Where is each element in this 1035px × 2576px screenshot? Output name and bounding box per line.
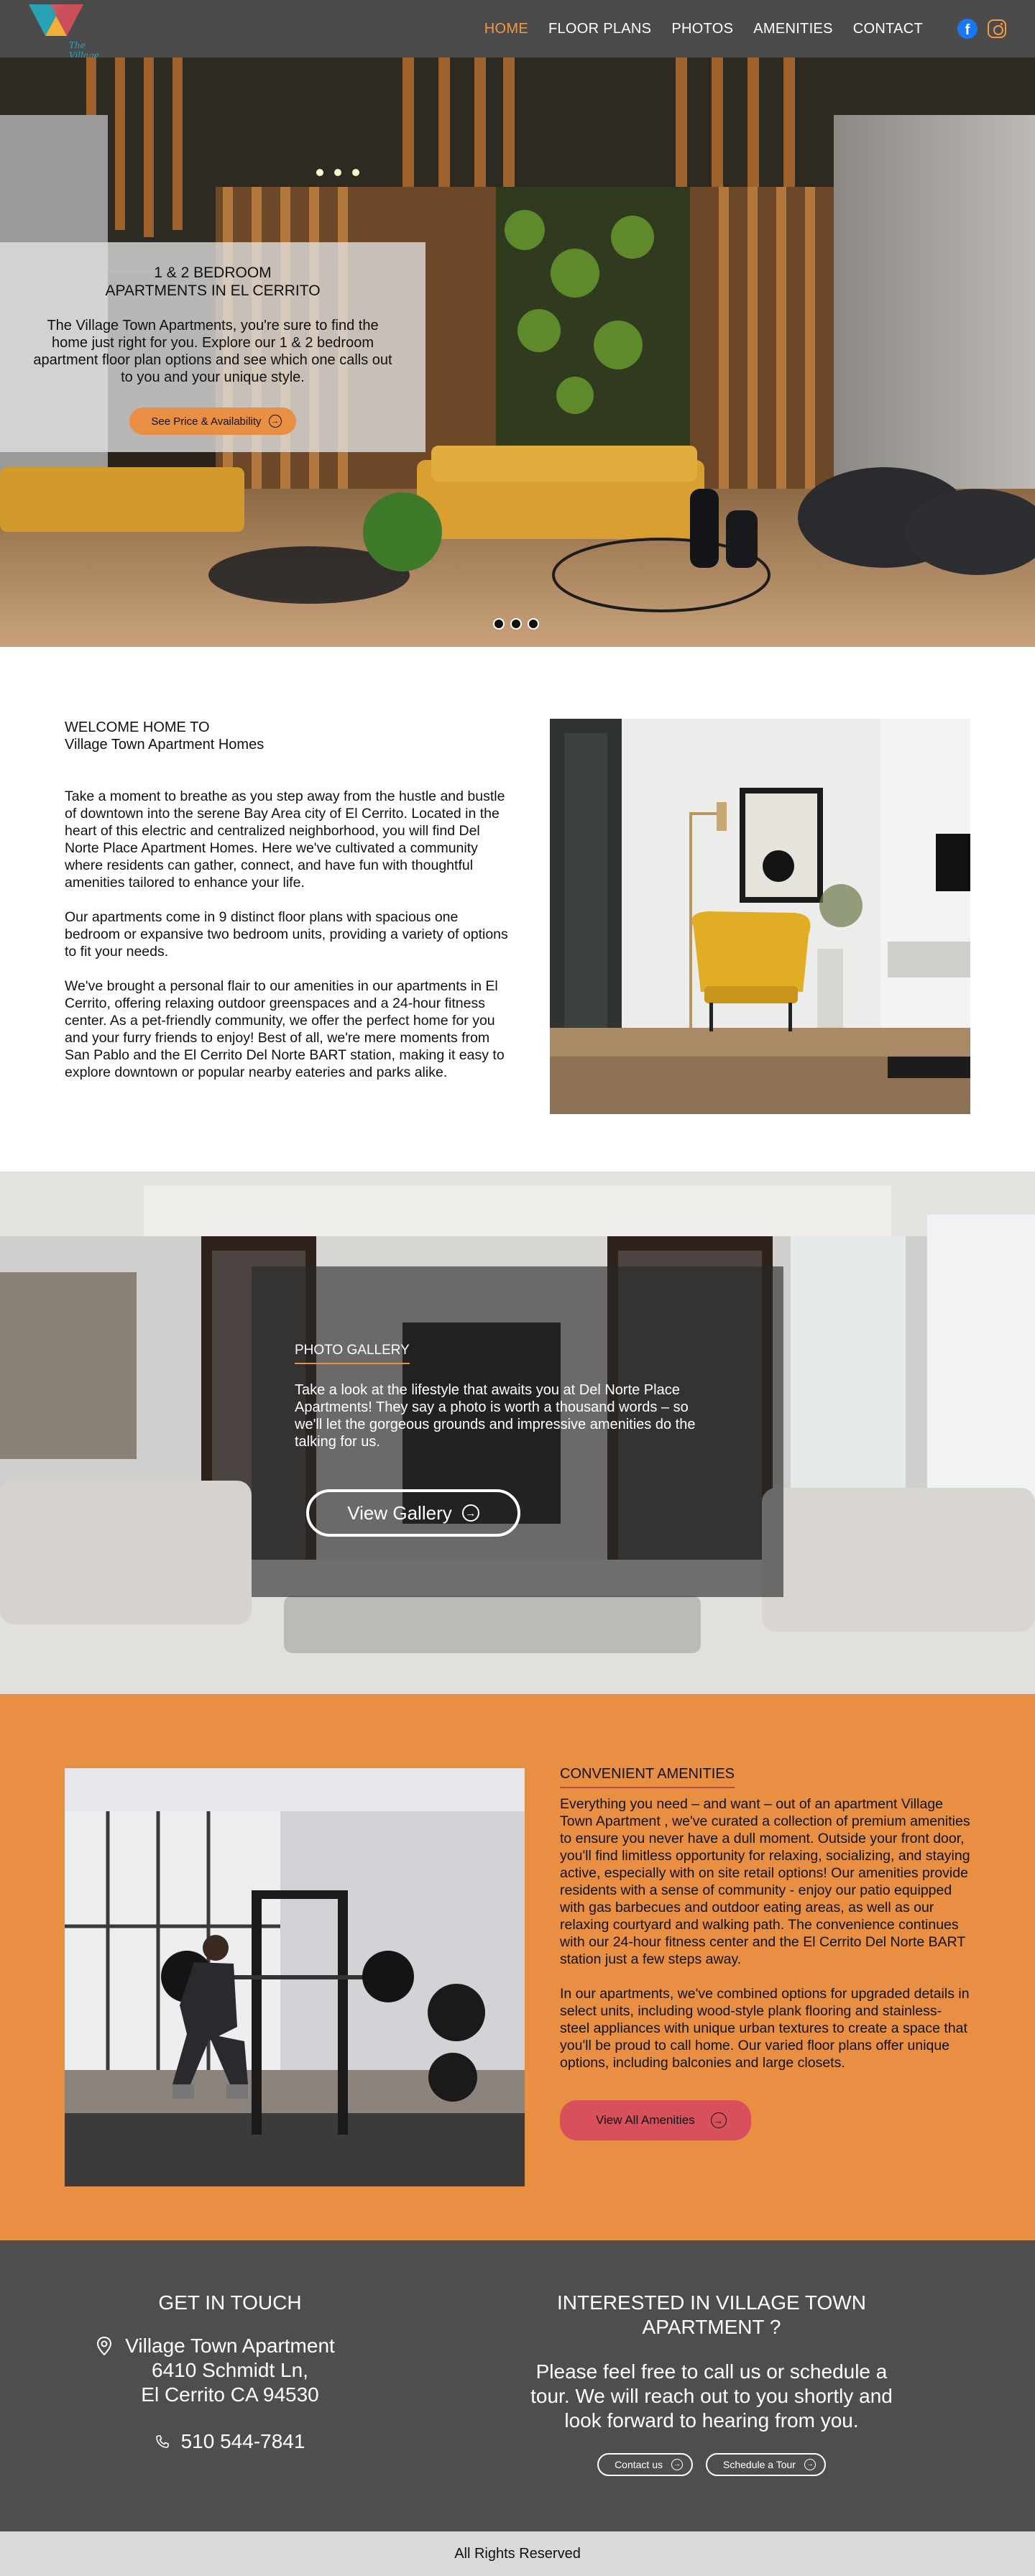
copyright-text: All Rights Reserved [454, 2545, 581, 2562]
arrow-right-icon: → [710, 2112, 727, 2128]
hero-title: 1 & 2 BEDROOM APARTMENTS IN EL CERRITO [105, 264, 321, 299]
view-all-amenities-button[interactable]: View All Amenities → [560, 2100, 751, 2140]
phone-row[interactable]: 510 544-7841 [0, 2430, 460, 2453]
get-in-touch-heading: GET IN TOUCH [158, 2291, 302, 2314]
interested-column: INTERESTED IN VILLAGE TOWN APARTMENT ? P… [518, 2240, 906, 2476]
welcome-text: WELCOME HOME TO Village Town Apartment H… [65, 719, 510, 1081]
fitness-center-photo [65, 1768, 525, 2186]
interested-text: Please feel free to call us or schedule … [530, 2360, 893, 2432]
nav-home[interactable]: HOME [484, 21, 528, 37]
view-gallery-button[interactable]: View Gallery → [306, 1489, 520, 1537]
welcome-heading: WELCOME HOME TO Village Town Apartment H… [65, 719, 264, 753]
facebook-icon[interactable]: f [957, 19, 978, 39]
amenities-text: CONVENIENT AMENITIES Everything you need… [560, 1766, 970, 2140]
gym-image [65, 1768, 525, 2186]
welcome-image [550, 719, 970, 1114]
welcome-paragraph: Our apartments come in 9 distinct floor … [65, 909, 508, 960]
amenities-title: CONVENIENT AMENITIES [560, 1766, 735, 1788]
nav-floor-plans[interactable]: FLOOR PLANS [548, 21, 651, 37]
address-street: 6410 Schmidt Ln, [152, 2359, 308, 2381]
address-city: El Cerrito CA 94530 [141, 2383, 319, 2406]
amenities-paragraph: In our apartments, we've combined option… [560, 1986, 970, 2071]
arrow-right-icon: → [268, 415, 282, 428]
nav-amenities[interactable]: AMENITIES [753, 21, 833, 37]
footer: All Rights Reserved [0, 2531, 1035, 2576]
contact-us-button[interactable]: Contact us → [597, 2453, 693, 2476]
slider-dots [493, 618, 539, 630]
gallery-description: Take a look at the lifestyle that awaits… [295, 1382, 696, 1450]
phone-number: 510 544-7841 [180, 2430, 305, 2452]
gallery-title: PHOTO GALLERY [295, 1343, 410, 1364]
contact-section: GET IN TOUCH Village Town Apartment 6410… [0, 2240, 1035, 2531]
logo[interactable]: The Village [29, 3, 99, 60]
hero-description: The Village Town Apartments, you're sure… [33, 318, 392, 385]
instagram-icon[interactable] [988, 19, 1006, 38]
slider-dot-2[interactable] [510, 618, 522, 630]
nav-contact[interactable]: CONTACT [853, 21, 923, 37]
arrow-right-icon: → [671, 2459, 683, 2470]
slider-dot-3[interactable] [528, 618, 539, 630]
get-in-touch-column: GET IN TOUCH Village Town Apartment 6410… [0, 2240, 460, 2453]
slider-dot-1[interactable] [493, 618, 505, 630]
interested-heading: INTERESTED IN VILLAGE TOWN APARTMENT ? [557, 2291, 866, 2338]
gallery-card: PHOTO GALLERY Take a look at the lifesty… [252, 1266, 783, 1597]
main-menu: HOME FLOOR PLANS PHOTOS AMENITIES CONTAC… [484, 19, 1006, 39]
hero-card: 1 & 2 BEDROOM APARTMENTS IN EL CERRITO T… [0, 242, 426, 452]
nav-photos[interactable]: PHOTOS [671, 21, 733, 37]
see-price-button[interactable]: See Price & Availability → [129, 408, 296, 435]
welcome-paragraph: Take a moment to breathe as you step awa… [65, 788, 505, 891]
address-name: Village Town Apartment [125, 2334, 335, 2357]
logo-mark-icon [29, 4, 83, 36]
phone-icon [155, 2435, 169, 2448]
arrow-right-icon: → [461, 1504, 479, 1522]
amenities-paragraph: Everything you need – and want – out of … [560, 1796, 970, 1967]
schedule-tour-button[interactable]: Schedule a Tour → [706, 2453, 826, 2476]
welcome-section: WELCOME HOME TO Village Town Apartment H… [0, 647, 1035, 1172]
hero-section: 1 & 2 BEDROOM APARTMENTS IN EL CERRITO T… [0, 58, 1035, 647]
amenities-section: CONVENIENT AMENITIES Everything you need… [0, 1694, 1035, 2240]
social-links: f [957, 19, 1006, 39]
address-block: Village Town Apartment 6410 Schmidt Ln, … [97, 2334, 335, 2407]
contact-buttons: Contact us → Schedule a Tour → [518, 2453, 906, 2476]
gallery-section: PHOTO GALLERY Take a look at the lifesty… [0, 1172, 1035, 1694]
location-pin-icon [97, 2337, 112, 2355]
top-nav: The Village HOME FLOOR PLANS PHOTOS AMEN… [0, 0, 1035, 60]
living-room-photo [550, 719, 970, 1114]
arrow-right-icon: → [804, 2459, 816, 2470]
welcome-paragraph: We've brought a personal flair to our am… [65, 978, 505, 1080]
